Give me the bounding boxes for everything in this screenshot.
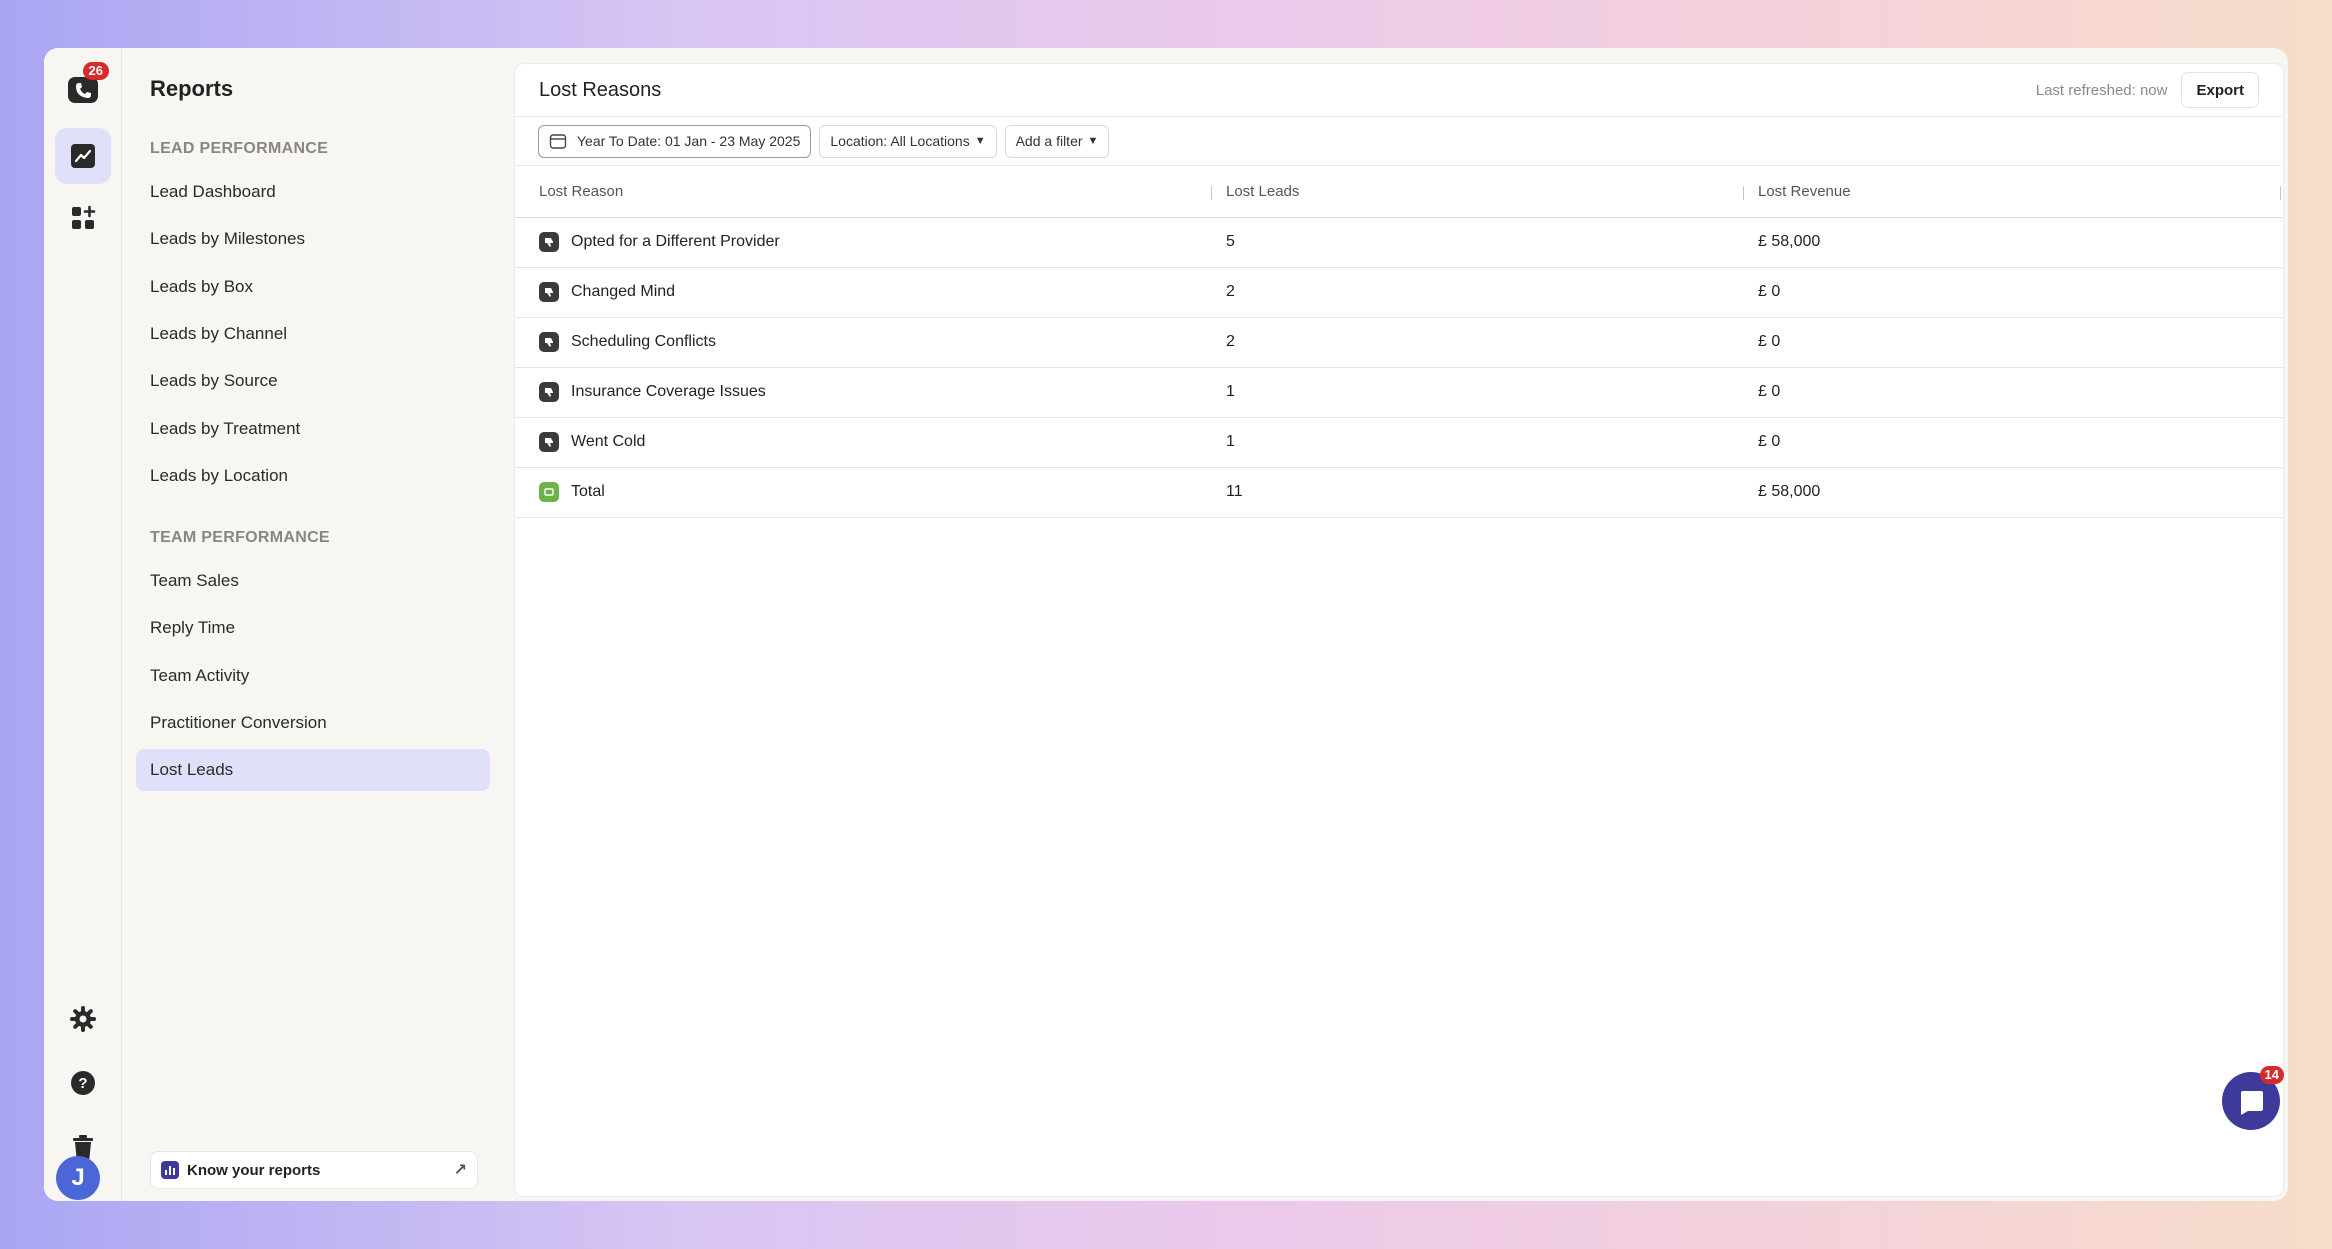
report-panel: Lost Reasons Last refreshed: now Export … — [514, 63, 2284, 1197]
lost-leads-cell: 5 — [1212, 217, 1744, 268]
page-title: Lost Reasons — [539, 78, 662, 101]
filter-bar: Year To Date: 01 Jan - 23 May 2025 Locat… — [515, 117, 2283, 166]
help-icon: ? — [71, 1071, 95, 1095]
lost-leads-cell: 1 — [1212, 367, 1744, 418]
sidebar-item-lost-leads[interactable]: Lost Leads — [136, 749, 490, 791]
lost-revenue-cell: £ 0 — [1744, 317, 2283, 368]
lead-performance-heading: LEAD PERFORMANCE — [150, 140, 329, 157]
table-total-row[interactable]: Total 11 £ 58,000 — [515, 467, 2283, 518]
gear-icon — [70, 1006, 96, 1032]
thumbs-down-icon — [539, 332, 559, 352]
lost-reason-cell: Insurance Coverage Issues — [571, 383, 766, 400]
lost-reason-cell: Opted for a Different Provider — [571, 233, 780, 250]
notification-badge: 26 — [82, 62, 109, 80]
sidebar-item-leads-by-source[interactable]: Leads by Source — [136, 360, 490, 402]
lost-reason-cell: Went Cold — [571, 433, 646, 450]
table-header-row: Lost Reason Lost Leads Lost Revenue — [515, 166, 2283, 218]
location-filter-label: Location: All Locations — [830, 133, 970, 149]
chat-bubble-icon — [2241, 1091, 2263, 1115]
chat-launcher-button[interactable]: 14 — [2222, 1066, 2284, 1130]
lost-leads-cell: 2 — [1212, 267, 1744, 318]
table-row[interactable]: Changed Mind 2 £ 0 — [515, 267, 2283, 318]
add-filter-button[interactable]: Add a filter ▼ — [1004, 124, 1110, 158]
lost-revenue-cell: £ 0 — [1744, 367, 2283, 418]
column-header-lost-revenue[interactable]: Lost Revenue — [1744, 166, 2283, 218]
sidebar-item-team-sales[interactable]: Team Sales — [136, 560, 490, 602]
user-avatar[interactable]: J — [56, 1156, 100, 1200]
date-range-filter[interactable]: Year To Date: 01 Jan - 23 May 2025 — [538, 124, 812, 158]
bar-chart-icon — [161, 1161, 179, 1179]
table-row[interactable]: Scheduling Conflicts 2 £ 0 — [515, 317, 2283, 368]
lost-revenue-cell: £ 0 — [1744, 417, 2283, 468]
team-performance-heading: TEAM PERFORMANCE — [150, 529, 330, 546]
column-header-lost-leads[interactable]: Lost Leads — [1212, 166, 1744, 218]
calendar-icon — [549, 134, 567, 149]
chat-unread-badge: 14 — [2259, 1066, 2284, 1084]
lost-revenue-cell: £ 0 — [1744, 267, 2283, 318]
add-filter-label: Add a filter — [1015, 133, 1083, 149]
export-button[interactable]: Export — [2181, 72, 2259, 108]
thumbs-down-icon — [539, 432, 559, 452]
date-range-label: Year To Date: 01 Jan - 23 May 2025 — [577, 133, 801, 149]
location-filter[interactable]: Location: All Locations ▼ — [819, 124, 997, 158]
total-leads-cell: 11 — [1212, 467, 1744, 518]
sidebar-item-leads-by-box[interactable]: Leads by Box — [136, 266, 490, 308]
last-refreshed-text: Last refreshed: now — [2035, 81, 2168, 99]
sidebar-item-team-activity[interactable]: Team Activity — [136, 655, 490, 697]
thumbs-down-icon — [539, 282, 559, 302]
table-row[interactable]: Went Cold 1 £ 0 — [515, 417, 2283, 468]
total-revenue-cell: £ 58,000 — [1744, 467, 2283, 518]
column-header-lost-reason[interactable]: Lost Reason — [515, 166, 1212, 218]
table-row[interactable]: Insurance Coverage Issues 1 £ 0 — [515, 367, 2283, 418]
thumbs-down-icon — [539, 382, 559, 402]
lost-reason-cell: Scheduling Conflicts — [571, 333, 716, 350]
reports-sidebar: Reports LEAD PERFORMANCE Lead Dashboard … — [122, 48, 512, 1201]
sidebar-item-leads-by-milestones[interactable]: Leads by Milestones — [136, 218, 490, 260]
thumbs-down-icon — [539, 232, 559, 252]
sidebar-item-practitioner-conversion[interactable]: Practitioner Conversion — [136, 702, 490, 744]
app-window: 26 ? J Reports LEAD PERFORMANCE Lead Das… — [44, 48, 2288, 1201]
settings-button[interactable] — [55, 991, 111, 1047]
sidebar-item-reply-time[interactable]: Reply Time — [136, 607, 490, 649]
sidebar-title: Reports — [150, 76, 234, 101]
lost-leads-cell: 1 — [1212, 417, 1744, 468]
chevron-down-icon: ▼ — [974, 135, 986, 147]
sum-icon — [539, 482, 559, 502]
lost-reasons-table: Lost Reason Lost Leads Lost Revenue Opte… — [515, 166, 2283, 518]
sidebar-item-leads-by-location[interactable]: Leads by Location — [136, 455, 490, 497]
add-widget-nav-button[interactable] — [55, 190, 111, 246]
app-logo-button[interactable]: 26 — [55, 62, 111, 118]
lost-leads-cell: 2 — [1212, 317, 1744, 368]
sidebar-item-lead-dashboard[interactable]: Lead Dashboard — [136, 171, 490, 213]
lost-reason-cell: Changed Mind — [571, 283, 676, 300]
icon-rail: 26 ? J — [44, 48, 122, 1201]
svg-text:?: ? — [78, 1075, 87, 1092]
help-button[interactable]: ? — [55, 1055, 111, 1111]
sidebar-item-leads-by-channel[interactable]: Leads by Channel — [136, 313, 490, 355]
report-header: Lost Reasons Last refreshed: now Export — [515, 64, 2283, 117]
know-your-reports-label: Know your reports — [187, 1161, 321, 1179]
reports-nav-button[interactable] — [55, 128, 111, 184]
total-label-cell: Total — [571, 483, 605, 500]
lost-revenue-cell: £ 58,000 — [1744, 217, 2283, 268]
chart-trend-icon — [71, 144, 95, 168]
grid-plus-icon — [72, 205, 96, 229]
know-your-reports-link[interactable]: Know your reports ↗ — [150, 1151, 478, 1189]
chevron-down-icon: ▼ — [1087, 135, 1099, 147]
external-arrow-icon: ↗ — [453, 1162, 467, 1179]
table-row[interactable]: Opted for a Different Provider 5 £ 58,00… — [515, 217, 2283, 268]
sidebar-item-leads-by-treatment[interactable]: Leads by Treatment — [136, 408, 490, 450]
